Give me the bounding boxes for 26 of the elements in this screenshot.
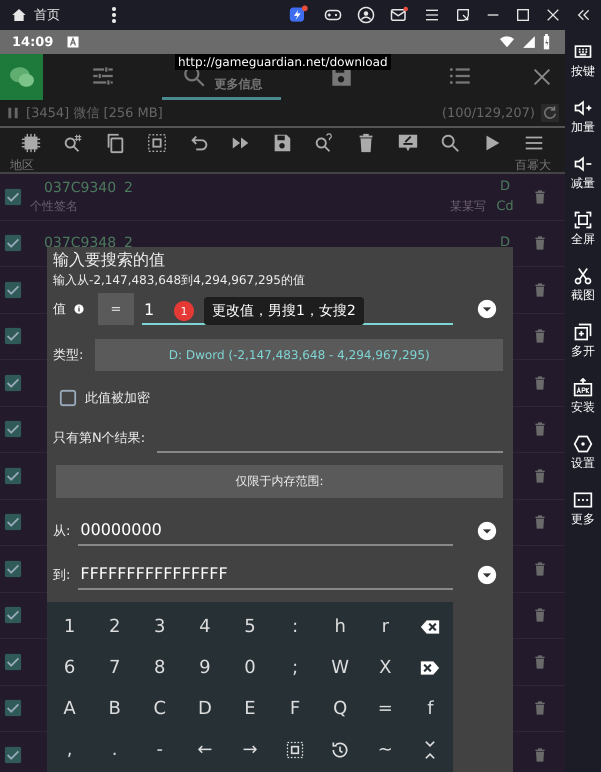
hint-tooltip: 更改值，男搜1，女搜2 — [204, 297, 364, 325]
url-tooltip: http://gameguardian.net/download — [175, 54, 391, 70]
result-count: (100/129,207) — [442, 106, 535, 120]
to-label: 到: — [53, 567, 70, 584]
type-text: D — [500, 178, 510, 196]
note-text: 个性签名 — [30, 198, 78, 215]
checkbox-label: 此值被加密 — [85, 390, 150, 407]
value-text: 2 — [124, 178, 133, 197]
status-time: 14:09 — [12, 34, 54, 50]
column-header: 地区 — [10, 158, 34, 172]
column-header: 百幂大 — [515, 158, 551, 172]
address-text: 037C9340 — [44, 178, 118, 197]
process-label: [3454] 微信 [256 MB] — [26, 105, 163, 122]
hint-badge: 1 — [174, 301, 194, 321]
dialog-title: 输入要搜索的值 — [53, 249, 166, 271]
value-label: 值 — [53, 301, 66, 318]
from-label: 从: — [53, 523, 70, 540]
address-text: 037C9348 — [44, 234, 118, 252]
type-label: 类型: — [53, 347, 84, 364]
type-text: Cd — [496, 198, 514, 216]
tab-label: 更多信息 — [214, 76, 262, 93]
dialog-subtitle: 输入从-2,147,483,648到4,294,967,295的值 — [53, 272, 306, 289]
nth-label: 只有第N个结果: — [53, 430, 146, 447]
value-text: 2 — [124, 234, 133, 252]
type-text: D — [500, 234, 510, 252]
note-text: 某某写 — [450, 198, 486, 215]
